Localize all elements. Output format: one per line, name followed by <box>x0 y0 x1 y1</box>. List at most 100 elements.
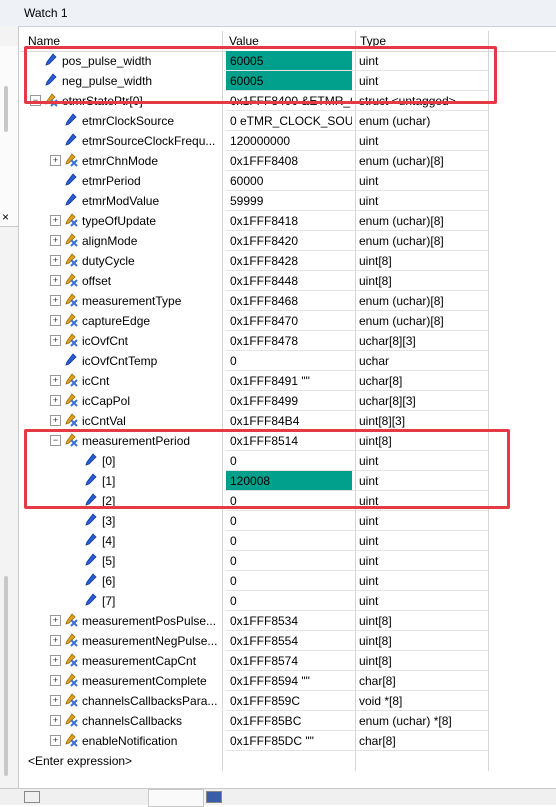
watch-row-value[interactable]: 0x1FFF859C <box>226 691 352 711</box>
expand-icon[interactable]: + <box>50 735 61 746</box>
watch-row-name: etmrClockSource <box>82 114 175 128</box>
bottom-tab-active[interactable] <box>148 789 204 807</box>
watch-row-value[interactable]: 0x1FFF8478 <box>226 331 352 351</box>
watch-row[interactable]: + captureEdge 0x1FFF8470 enum (uchar)[8] <box>20 311 556 331</box>
watch-row-value[interactable]: 0x1FFF85BC <box>226 711 352 731</box>
watch-row-value[interactable]: 0 <box>226 551 352 571</box>
watch-row-value[interactable]: 0 <box>226 571 352 591</box>
watch-row[interactable]: [5] 0 uint <box>20 551 556 571</box>
watch-row-value[interactable]: 0x1FFF8491 "" <box>226 371 352 391</box>
watch-row-name: channelsCallbacksPara... <box>82 694 218 708</box>
watch-row[interactable]: icOvfCntTemp 0 uchar <box>20 351 556 371</box>
expand-icon[interactable]: + <box>50 375 61 386</box>
annotation-box-pulse-widths <box>24 46 497 104</box>
watch-row-value[interactable]: 59999 <box>226 191 352 211</box>
enter-expression-row[interactable]: <Enter expression> <box>20 751 556 771</box>
watch-row[interactable]: + dutyCycle 0x1FFF8428 uint[8] <box>20 251 556 271</box>
watch-row[interactable]: + channelsCallbacksPara... 0x1FFF859C void … <box>20 691 556 711</box>
watch-row-value[interactable]: 0x1FFF8408 <box>226 151 352 171</box>
watch-row-value[interactable]: 0x1FFF8428 <box>226 251 352 271</box>
expand-icon[interactable]: + <box>50 615 61 626</box>
var-icon <box>64 173 78 187</box>
struct-icon <box>64 633 78 647</box>
watch-row[interactable]: + icCnt 0x1FFF8491 "" uchar[8] <box>20 371 556 391</box>
var-icon <box>84 533 98 547</box>
watch-row[interactable]: [6] 0 uint <box>20 571 556 591</box>
watch-row[interactable]: + measurementNegPulse... 0x1FFF8554 uint[8] <box>20 631 556 651</box>
watch-row-value[interactable]: 0x1FFF8418 <box>226 211 352 231</box>
watch-row-value[interactable]: 0x1FFF8420 <box>226 231 352 251</box>
watch-row[interactable]: + measurementPosPulse... 0x1FFF8534 uint[8] <box>20 611 556 631</box>
watch-row[interactable]: + typeOfUpdate 0x1FFF8418 enum (uchar)[8] <box>20 211 556 231</box>
watch-row[interactable]: etmrSourceClockFrequ... 120000000 uint <box>20 131 556 151</box>
bottom-tab-bar <box>0 788 556 807</box>
bottom-tab-icon[interactable] <box>24 791 40 803</box>
watch-row-value[interactable]: 0x1FFF8594 "" <box>226 671 352 691</box>
var-icon <box>84 573 98 587</box>
expand-icon[interactable]: + <box>50 695 61 706</box>
watch-row-value[interactable]: 0 <box>226 591 352 611</box>
watch-row-name: etmrSourceClockFrequ... <box>82 134 216 148</box>
watch-row[interactable]: + alignMode 0x1FFF8420 enum (uchar)[8] <box>20 231 556 251</box>
expand-icon[interactable]: + <box>50 315 61 326</box>
expand-icon[interactable]: + <box>50 415 61 426</box>
expand-icon[interactable]: + <box>50 335 61 346</box>
expand-icon[interactable]: + <box>50 395 61 406</box>
watch-row-value[interactable]: 0x1FFF8499 <box>226 391 352 411</box>
watch-row[interactable]: [4] 0 uint <box>20 531 556 551</box>
left-scrollbar[interactable] <box>4 576 8 776</box>
struct-icon <box>64 393 78 407</box>
watch-row-name: [6] <box>102 574 116 588</box>
close-icon[interactable]: × <box>2 210 9 224</box>
expand-icon[interactable]: + <box>50 655 61 666</box>
watch-row-value[interactable]: 0x1FFF84B4 <box>226 411 352 431</box>
watch-row[interactable]: + icCntVal 0x1FFF84B4 uint[8][3] <box>20 411 556 431</box>
watch-row-type: uchar <box>359 354 390 368</box>
watch-row-name: measurementComplete <box>82 674 207 688</box>
watch-row-value[interactable]: 0x1FFF8468 <box>226 291 352 311</box>
expand-icon[interactable]: + <box>50 715 61 726</box>
watch-row[interactable]: + offset 0x1FFF8448 uint[8] <box>20 271 556 291</box>
var-icon <box>64 113 78 127</box>
watch-row-value[interactable]: 0x1FFF8554 <box>226 631 352 651</box>
docked-panel-scrollbar[interactable] <box>4 86 8 132</box>
watch-row[interactable]: + etmrChnMode 0x1FFF8408 enum (uchar)[8] <box>20 151 556 171</box>
watch-row[interactable]: etmrModValue 59999 uint <box>20 191 556 211</box>
bottom-tab-icon-2[interactable] <box>206 791 222 803</box>
expand-icon[interactable]: + <box>50 255 61 266</box>
expand-icon[interactable]: + <box>50 215 61 226</box>
struct-icon <box>64 273 78 287</box>
watch-row[interactable]: [7] 0 uint <box>20 591 556 611</box>
watch-row[interactable]: + measurementComplete 0x1FFF8594 "" char[8] <box>20 671 556 691</box>
watch-row-value[interactable]: 0x1FFF8448 <box>226 271 352 291</box>
watch-row[interactable]: + channelsCallbacks 0x1FFF85BC enum (uchar)… <box>20 711 556 731</box>
watch-row-value[interactable]: 0 <box>226 531 352 551</box>
expand-icon[interactable]: + <box>50 155 61 166</box>
watch-row[interactable]: + icOvfCnt 0x1FFF8478 uchar[8][3] <box>20 331 556 351</box>
expand-icon[interactable]: + <box>50 275 61 286</box>
watch-row[interactable]: + measurementCapCnt 0x1FFF8574 uint[8] <box>20 651 556 671</box>
enter-expression-label[interactable]: <Enter expression> <box>28 754 132 768</box>
expand-icon[interactable]: + <box>50 235 61 246</box>
watch-row-name: icCnt <box>82 374 110 388</box>
expand-icon[interactable]: + <box>50 675 61 686</box>
watch-row[interactable]: etmrPeriod 60000 uint <box>20 171 556 191</box>
watch-row[interactable]: etmrClockSource 0 eTMR_CLOCK_SOUR... enum … <box>20 111 556 131</box>
expand-icon[interactable]: + <box>50 635 61 646</box>
watch-row-value[interactable]: 0x1FFF8534 <box>226 611 352 631</box>
watch-row-value[interactable]: 0 <box>226 351 352 371</box>
expand-icon[interactable]: + <box>50 295 61 306</box>
watch-row-type: enum (uchar) *[8] <box>359 714 452 728</box>
watch-row-value[interactable]: 0 eTMR_CLOCK_SOUR... <box>226 111 352 131</box>
watch-row[interactable]: [3] 0 uint <box>20 511 556 531</box>
watch-row[interactable]: + icCapPol 0x1FFF8499 uchar[8][3] <box>20 391 556 411</box>
watch-row[interactable]: + measurementType 0x1FFF8468 enum (uchar)[8… <box>20 291 556 311</box>
watch-row-value[interactable]: 120000000 <box>226 131 352 151</box>
watch-row-value[interactable]: 60000 <box>226 171 352 191</box>
watch-row[interactable]: + enableNotification 0x1FFF85DC "" char[8] <box>20 731 556 751</box>
watch-row-value[interactable]: 0 <box>226 511 352 531</box>
watch-row-value[interactable]: 0x1FFF8470 <box>226 311 352 331</box>
var-icon <box>64 193 78 207</box>
watch-row-value[interactable]: 0x1FFF85DC "" <box>226 731 352 751</box>
watch-row-value[interactable]: 0x1FFF8574 <box>226 651 352 671</box>
